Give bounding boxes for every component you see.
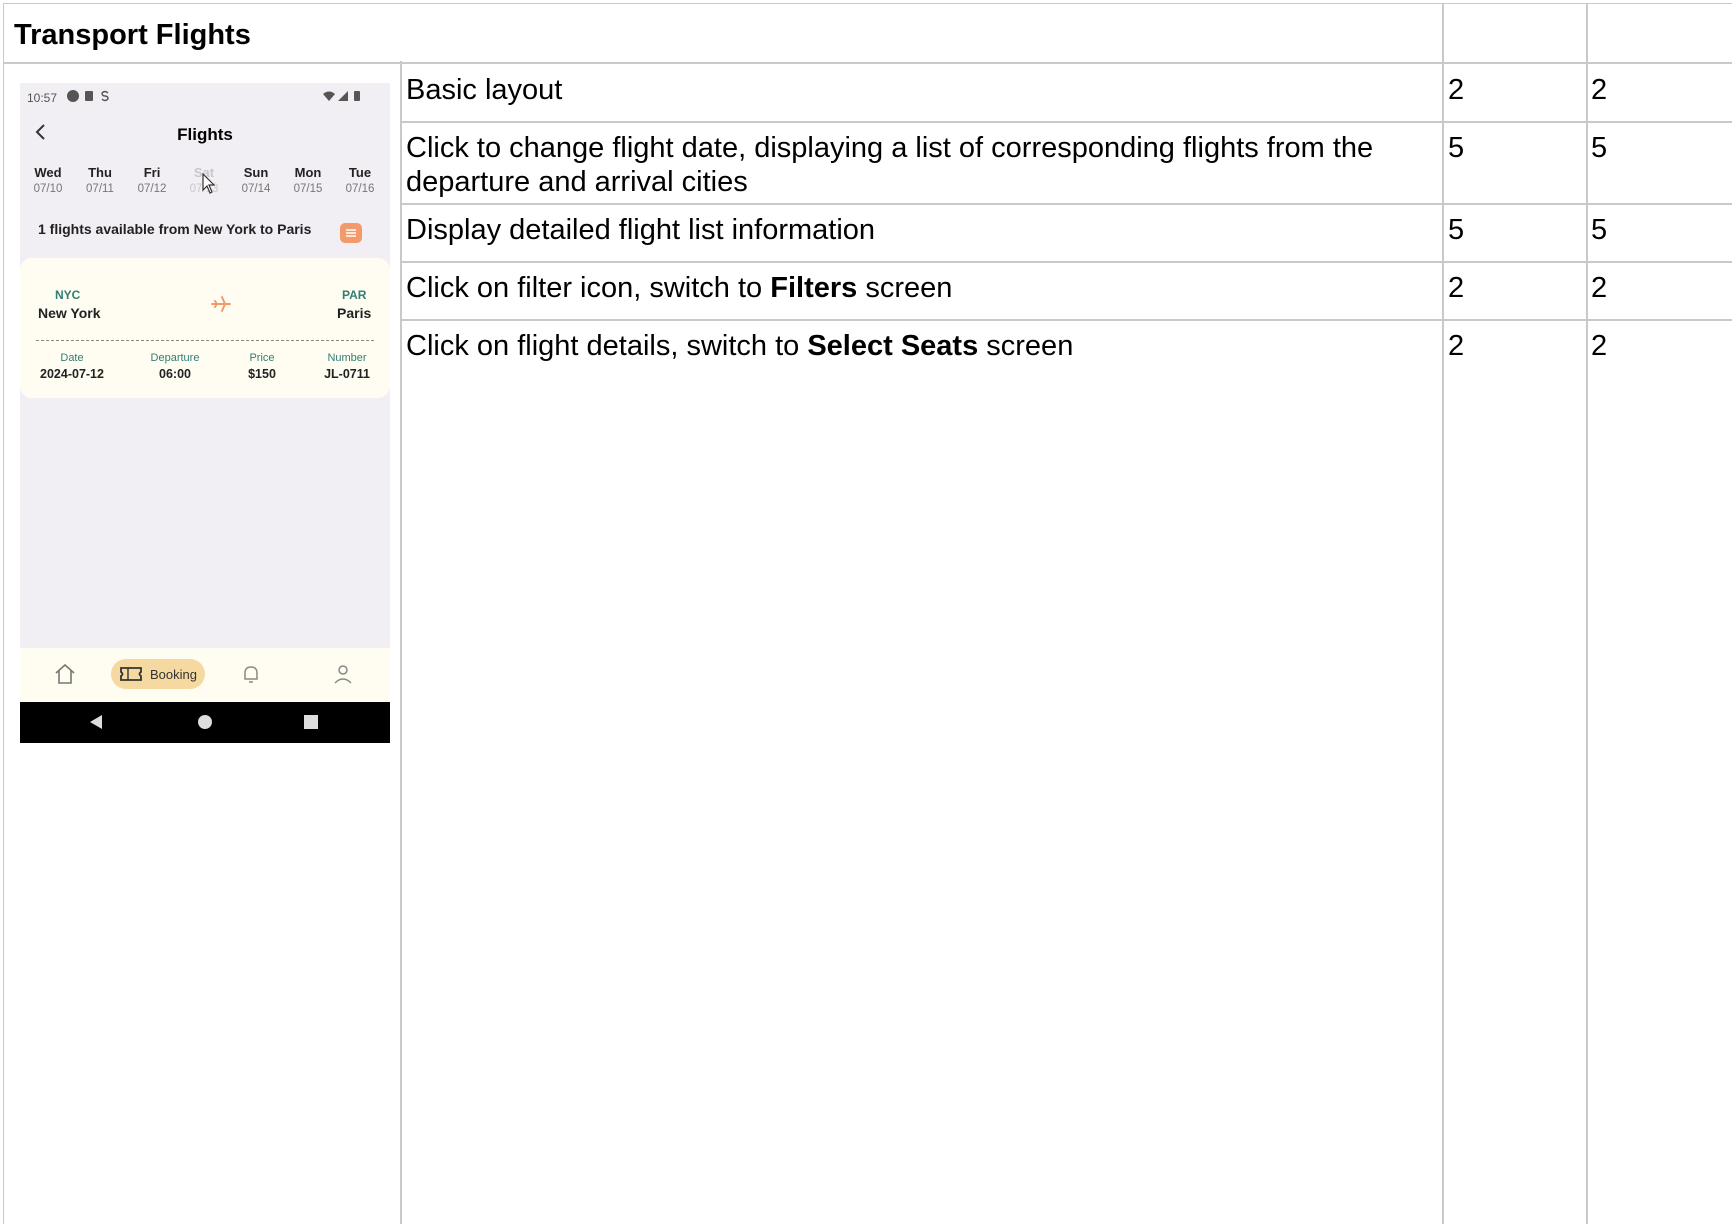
battery-icon: [354, 91, 360, 101]
date-tab[interactable]: Mon 07/15: [282, 165, 334, 195]
requirement-text: Display detailed flight list information: [406, 214, 876, 246]
wifi-icon: [323, 91, 335, 101]
status-s-icon: [101, 90, 109, 102]
requirement-row-5: Click on flight details, switch to Selec…: [406, 329, 1426, 363]
phone-screenshot: 10:57 Flights Wed 07/10 Thu 07/11 Fri 07/12…: [20, 83, 390, 743]
number-label: Number: [327, 352, 367, 364]
grid-line: [1586, 3, 1588, 1224]
grid-line: [400, 203, 1732, 205]
status-bar: 10:57: [20, 83, 390, 113]
screen-title: Flights: [177, 125, 233, 144]
status-app-icon: [67, 90, 79, 102]
grid-line: [1442, 3, 1444, 1224]
day-date: 07/11: [86, 183, 114, 195]
score-a: 2: [1448, 74, 1465, 106]
price-value: $150: [248, 367, 276, 381]
date-tab[interactable]: Thu 07/11: [74, 165, 126, 195]
to-code: PAR: [342, 288, 367, 302]
day-date: 07/16: [345, 183, 375, 195]
bell-icon[interactable]: [239, 662, 263, 686]
grid-line: [400, 261, 1732, 263]
system-home-icon[interactable]: [197, 714, 213, 730]
to-city: Paris: [337, 305, 372, 321]
day-name: Tue: [348, 165, 372, 180]
mouse-cursor-icon: [202, 173, 216, 194]
filter-icon: [346, 229, 356, 237]
requirement-row-3: Display detailed flight list information: [406, 213, 1426, 247]
system-back-icon[interactable]: [88, 714, 104, 730]
departure-time: 06:00: [159, 367, 191, 381]
requirement-text: Basic layout: [406, 74, 563, 106]
ticket-icon: [120, 667, 142, 681]
day-name: Thu: [88, 165, 112, 180]
divider: [36, 340, 374, 341]
requirement-text: screen: [978, 330, 1074, 362]
requirement-row-2: Click to change flight date, displaying …: [406, 131, 1406, 199]
system-nav-bar: [20, 702, 390, 743]
date-tab[interactable]: Wed 07/10: [22, 165, 74, 195]
score-b: 2: [1591, 272, 1608, 304]
date-label: Date: [60, 352, 84, 364]
price-label: Price: [249, 352, 275, 364]
flight-card[interactable]: NYC New York PAR Paris Date 2024-07-12 D…: [20, 258, 390, 398]
day-date: 07/10: [33, 183, 63, 195]
user-icon[interactable]: [331, 662, 355, 686]
requirement-row-1: Basic layout: [406, 73, 1426, 107]
bottom-nav: Booking: [20, 648, 390, 702]
score-a: 2: [1448, 272, 1465, 304]
day-date: 07/15: [293, 183, 323, 195]
requirement-text: Click on flight details, switch to: [406, 330, 808, 362]
system-recents-icon[interactable]: [303, 714, 319, 730]
flight-date: 2024-07-12: [40, 367, 104, 381]
nav-booking[interactable]: Booking: [111, 659, 205, 689]
requirement-text: Click on filter icon, switch to: [406, 272, 771, 304]
from-code: NYC: [55, 288, 81, 302]
sheet-title: Transport Flights: [14, 19, 251, 51]
requirement-text: screen: [857, 272, 953, 304]
plane-icon: [211, 296, 231, 312]
flight-number: JL-0711: [324, 367, 370, 381]
from-city: New York: [38, 305, 101, 321]
grid-line: [400, 61, 402, 1224]
requirement-row-4: Click on filter icon, switch to Filters …: [406, 271, 1426, 305]
score-b: 5: [1591, 132, 1608, 164]
nav-booking-label: Booking: [150, 667, 197, 682]
day-name: Fri: [143, 165, 161, 180]
status-time: 10:57: [27, 91, 58, 105]
grid-line: [3, 62, 1732, 64]
grid-line: [400, 319, 1732, 321]
signal-icon: [338, 91, 348, 101]
requirement-bold: Filters: [770, 272, 858, 304]
filter-button[interactable]: [340, 223, 362, 243]
app-header: Flights: [20, 113, 390, 153]
score-b: 2: [1591, 330, 1608, 362]
score-a: 2: [1448, 330, 1465, 362]
sim-icon: [85, 91, 93, 101]
score-a: 5: [1448, 132, 1465, 164]
day-date: 07/14: [241, 183, 271, 195]
date-tab[interactable]: Fri 07/12: [126, 165, 178, 195]
flights-available-text: 1 flights available from New York to Par…: [38, 221, 312, 237]
day-name: Sun: [243, 165, 269, 180]
grid-line: [400, 121, 1732, 123]
day-date: 07/12: [137, 183, 167, 195]
departure-label: Departure: [150, 352, 200, 364]
score-a: 5: [1448, 214, 1465, 246]
score-b: 2: [1591, 74, 1608, 106]
day-name: Mon: [294, 165, 322, 180]
day-name: Wed: [34, 165, 62, 180]
home-icon[interactable]: [53, 662, 77, 686]
requirement-bold: Select Seats: [807, 330, 979, 362]
requirement-text: Click to change flight date, displaying …: [406, 132, 1374, 198]
date-tab[interactable]: Sun 07/14: [230, 165, 282, 195]
date-tab[interactable]: Tue 07/16: [334, 165, 386, 195]
score-b: 5: [1591, 214, 1608, 246]
